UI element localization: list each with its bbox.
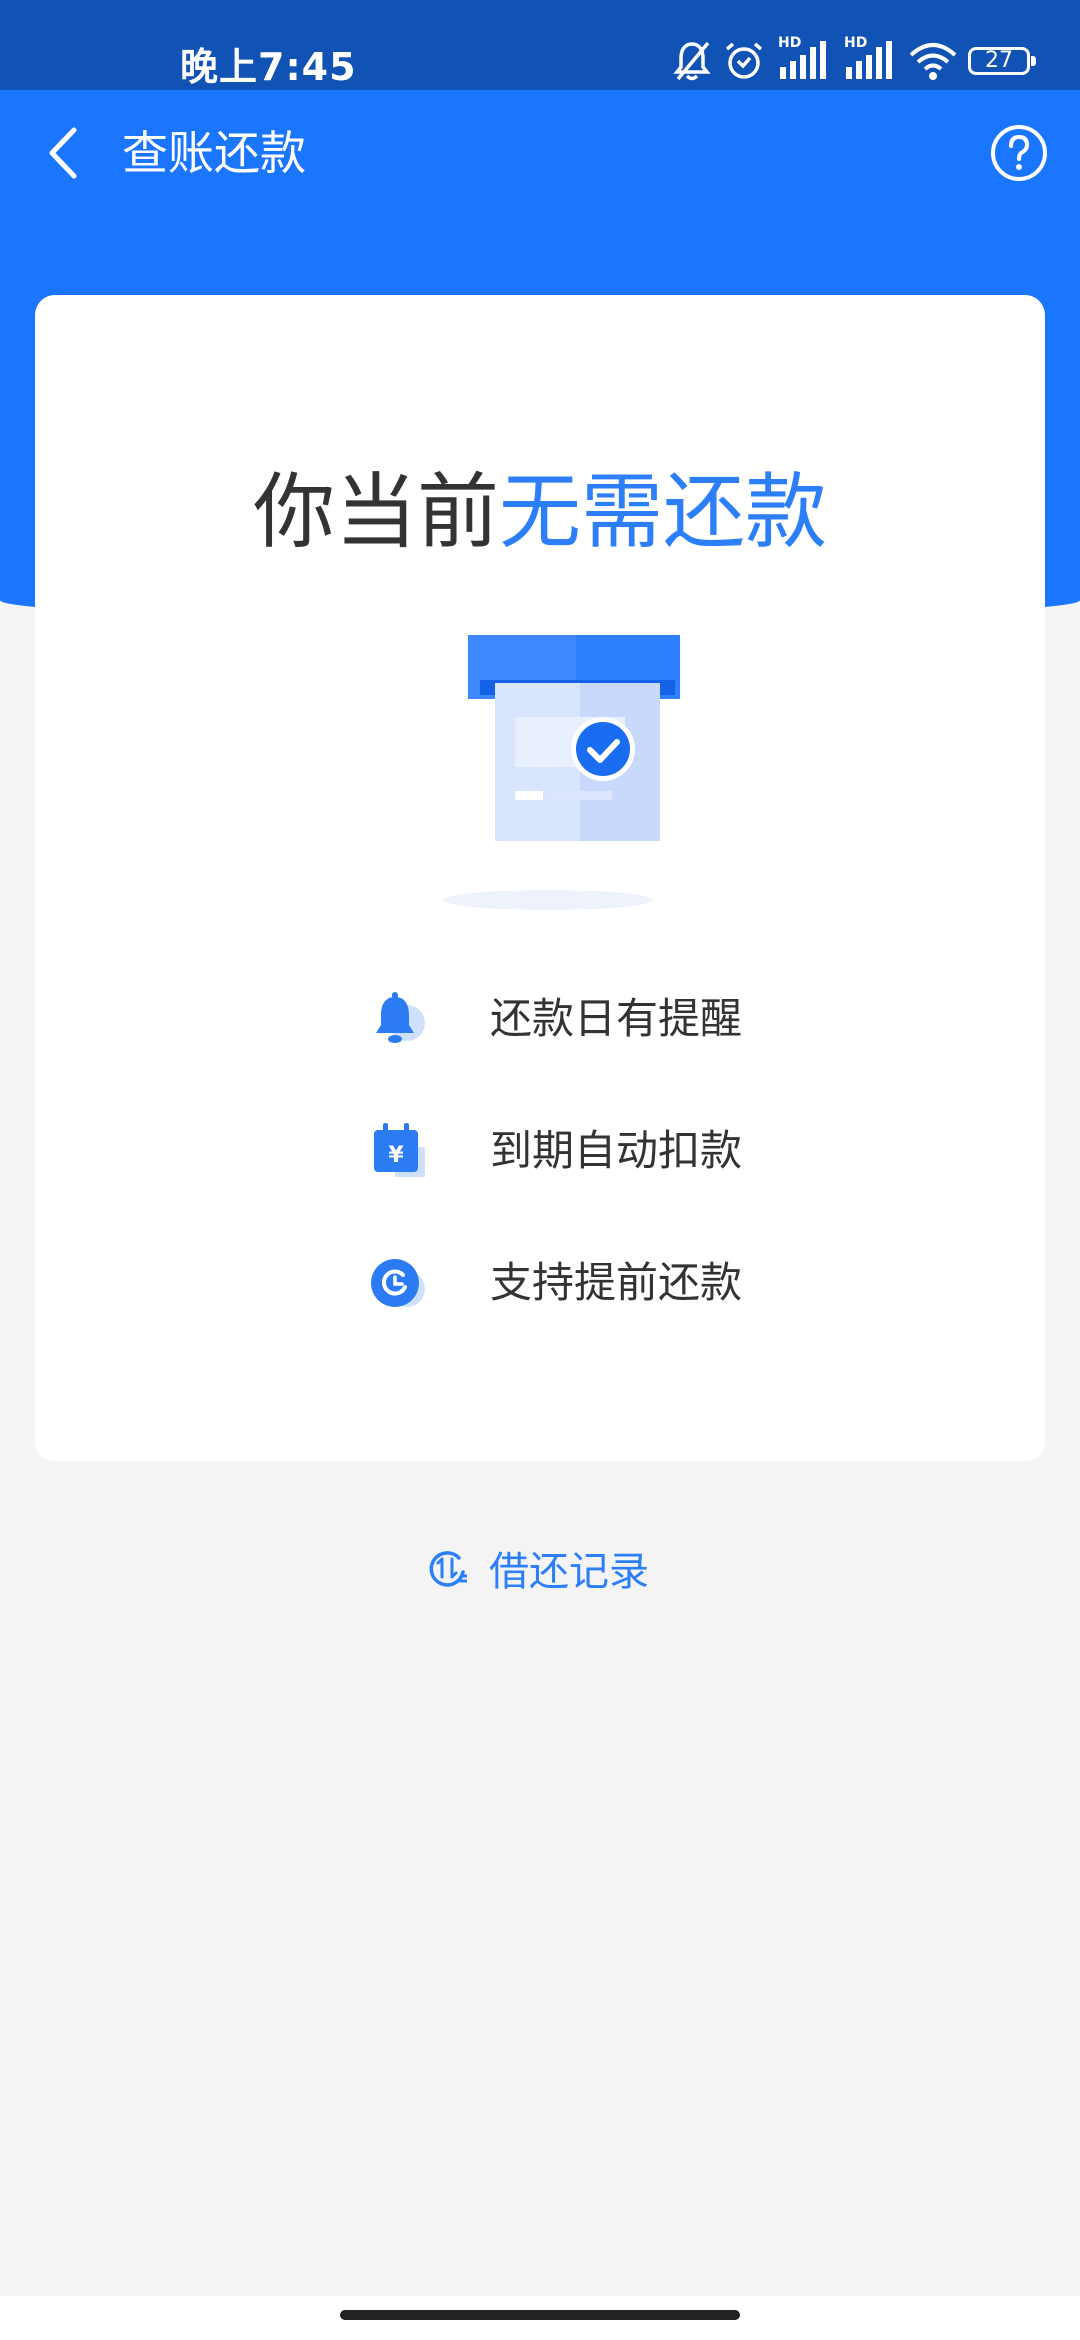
home-indicator[interactable] xyxy=(340,2310,740,2320)
calendar-yen-icon: ¥ xyxy=(374,1123,425,1177)
records-link[interactable]: 借还记录 xyxy=(425,1535,649,1601)
transfer-icon xyxy=(429,1551,467,1587)
feature-item-reminder: 还款日有提醒 xyxy=(365,985,785,1117)
alarm-icon xyxy=(725,42,763,79)
bell-off-icon xyxy=(673,41,711,81)
svg-text:¥: ¥ xyxy=(388,1143,404,1168)
battery-icon: 27 xyxy=(968,47,1036,75)
feature-item-auto-debit: ¥ 到期自动扣款 xyxy=(365,1117,785,1249)
wifi-icon xyxy=(909,43,957,80)
bell-icon xyxy=(376,992,425,1043)
back-arrow-icon[interactable] xyxy=(38,120,98,186)
feature-label: 到期自动扣款 xyxy=(490,1126,743,1175)
status-card: 你当前无需还款 还款日有提醒 ¥ 到期自动扣款 支持提前还款 xyxy=(35,295,1045,1461)
title-bar: 查账还款 xyxy=(0,90,1080,220)
page-title: 查账还款 xyxy=(122,126,306,180)
status-time: 晚上7:45 xyxy=(180,45,357,89)
help-icon[interactable] xyxy=(990,124,1048,182)
status-bar: 晚上7:45 HD HD 27 xyxy=(0,0,1080,90)
feature-label: 还款日有提醒 xyxy=(490,994,743,1043)
headline-prefix: 你当前 xyxy=(252,465,499,560)
status-icons: HD HD 27 xyxy=(672,35,1036,86)
feature-list: 还款日有提醒 ¥ 到期自动扣款 支持提前还款 xyxy=(365,985,785,1381)
signal-hd-icon: HD xyxy=(842,35,898,85)
no-payment-illustration xyxy=(443,635,680,910)
records-label: 借还记录 xyxy=(489,1549,649,1595)
signal-hd-icon: HD xyxy=(776,35,832,85)
headline: 你当前无需还款 xyxy=(35,445,1045,564)
feature-label: 支持提前还款 xyxy=(490,1258,743,1307)
feature-item-prepay: 支持提前还款 xyxy=(365,1249,785,1381)
clock-icon xyxy=(371,1259,425,1307)
headline-emphasis: 无需还款 xyxy=(499,465,828,560)
